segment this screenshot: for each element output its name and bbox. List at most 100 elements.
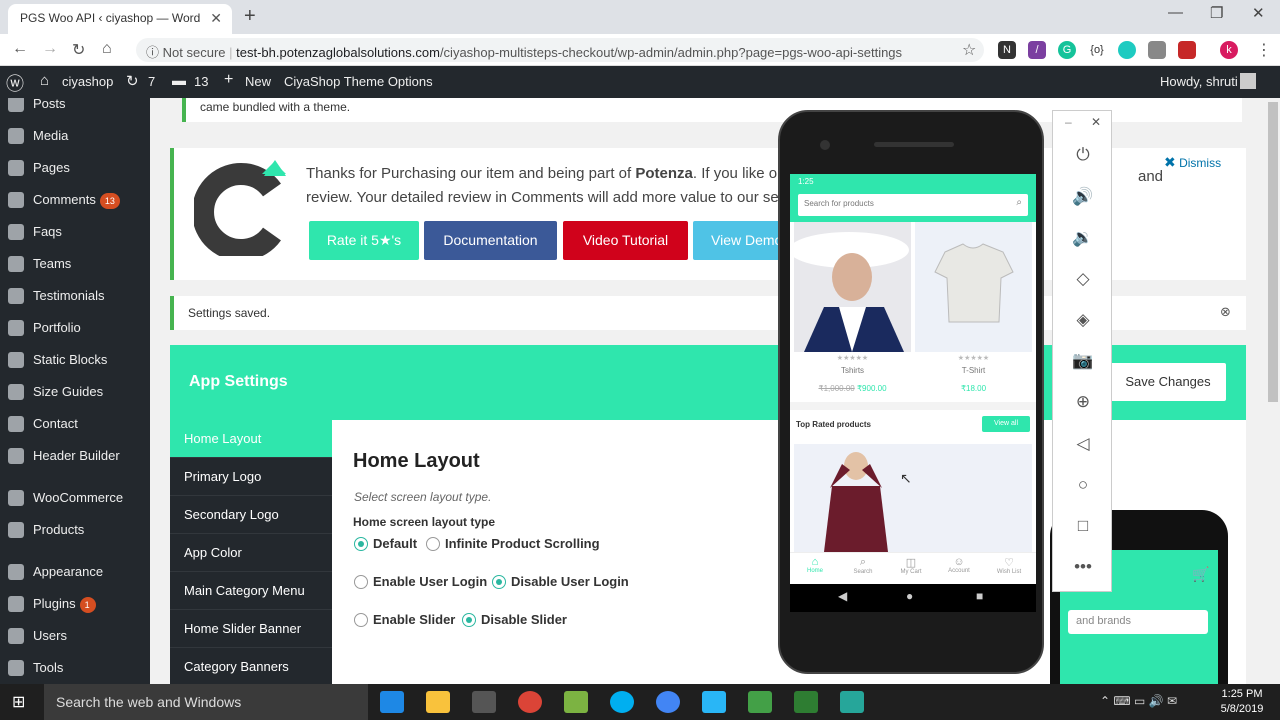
extension-tools-icon[interactable] bbox=[1178, 41, 1196, 59]
save-changes-button[interactable]: Save Changes bbox=[1110, 363, 1226, 401]
radio-default[interactable]: Default bbox=[354, 536, 417, 551]
app-search-input[interactable]: Search for products ⌕ bbox=[798, 194, 1028, 216]
nav-account[interactable]: ☺ Account bbox=[944, 556, 974, 574]
notepad-icon[interactable] bbox=[748, 691, 772, 713]
android-home-icon[interactable]: ● bbox=[906, 589, 913, 603]
taskbar-clock[interactable]: 1:25 PM 5/8/2019 bbox=[1216, 687, 1268, 717]
studio-app-icon[interactable] bbox=[840, 691, 864, 713]
view-all-button[interactable]: View all bbox=[982, 416, 1030, 432]
site-name-link[interactable]: ciyashop bbox=[62, 74, 113, 89]
sidebar-item-tools[interactable]: Tools bbox=[0, 652, 150, 684]
plus-icon[interactable]: + bbox=[224, 71, 233, 89]
reload-icon[interactable]: ↻ bbox=[72, 40, 85, 60]
sidebar-item-posts[interactable]: Posts bbox=[0, 98, 150, 120]
wordpress-logo-icon[interactable]: ⓦ bbox=[6, 70, 24, 96]
volume-up-icon[interactable]: 🔊 bbox=[1071, 185, 1095, 209]
extension-circle-icon[interactable] bbox=[1118, 41, 1136, 59]
menu-item-home-slider-banner[interactable]: Home Slider Banner bbox=[170, 610, 332, 648]
sidebar-item-pages[interactable]: Pages bbox=[0, 152, 150, 184]
extension-screen-icon[interactable] bbox=[1148, 41, 1166, 59]
sidebar-item-size-guides[interactable]: Size Guides bbox=[0, 376, 150, 408]
windows-start-icon[interactable]: ⊞ bbox=[12, 692, 25, 712]
scrollbar-thumb[interactable] bbox=[1268, 102, 1278, 402]
sidebar-item-contact[interactable]: Contact bbox=[0, 408, 150, 440]
new-tab-icon[interactable]: + bbox=[244, 5, 256, 28]
comments-icon[interactable]: ▬ bbox=[172, 72, 186, 88]
nav-home[interactable]: ⌂ Home bbox=[800, 556, 830, 574]
sidebar-item-media[interactable]: Media bbox=[0, 120, 150, 152]
grammarly-icon[interactable]: G bbox=[1058, 41, 1076, 59]
android-studio-icon[interactable] bbox=[564, 691, 588, 713]
updates-icon[interactable]: ↻ bbox=[126, 72, 139, 90]
product-image-tshirts[interactable] bbox=[790, 222, 911, 352]
minimize-icon[interactable]: — bbox=[1168, 4, 1183, 21]
rotate-left-icon[interactable]: ◇ bbox=[1071, 267, 1095, 291]
back-icon[interactable]: ← bbox=[12, 40, 28, 58]
close-tab-icon[interactable]: ✕ bbox=[210, 10, 222, 27]
camera-icon[interactable]: 📷 bbox=[1071, 349, 1095, 373]
page-scrollbar[interactable] bbox=[1266, 98, 1280, 684]
sidebar-item-comments[interactable]: Comments 13 bbox=[0, 184, 150, 216]
back-triangle-icon[interactable]: ◁ bbox=[1071, 432, 1095, 456]
skype-icon[interactable] bbox=[610, 691, 634, 713]
sidebar-item-plugins[interactable]: Plugins 1 bbox=[0, 588, 150, 620]
sidebar-item-testimonials[interactable]: Testimonials bbox=[0, 280, 150, 312]
chrome-alt-icon[interactable] bbox=[656, 691, 680, 713]
home-icon[interactable]: ⌂ bbox=[102, 40, 112, 58]
comments-count[interactable]: 13 bbox=[194, 74, 208, 89]
chrome-icon[interactable] bbox=[518, 691, 542, 713]
radio-enable-slider[interactable]: Enable Slider bbox=[354, 612, 455, 627]
extension-code-icon[interactable]: {o} bbox=[1088, 41, 1106, 59]
menu-item-main-category-menu[interactable]: Main Category Menu bbox=[170, 572, 332, 610]
window-close-icon[interactable]: ✕ bbox=[1252, 4, 1265, 22]
sidebar-item-portfolio[interactable]: Portfolio bbox=[0, 312, 150, 344]
video-tutorial-button[interactable]: Video Tutorial bbox=[563, 221, 688, 260]
menu-item-primary-logo[interactable]: Primary Logo bbox=[170, 458, 332, 496]
volume-down-icon[interactable]: 🔉 bbox=[1071, 226, 1095, 250]
extension-pen-icon[interactable]: / bbox=[1028, 41, 1046, 59]
android-recents-icon[interactable]: ■ bbox=[976, 589, 983, 603]
emulator-close-icon[interactable]: ✕ bbox=[1091, 115, 1101, 129]
rate-button[interactable]: Rate it 5★'s bbox=[309, 221, 419, 260]
maximize-icon[interactable]: ❐ bbox=[1210, 4, 1223, 22]
radio-disable-user-login[interactable]: Disable User Login bbox=[492, 574, 629, 589]
app-icon[interactable] bbox=[702, 691, 726, 713]
menu-item-home-layout[interactable]: Home Layout bbox=[170, 420, 332, 458]
new-content-link[interactable]: New bbox=[245, 74, 271, 89]
chrome-menu-icon[interactable]: ⋮ bbox=[1256, 40, 1272, 60]
nav-search[interactable]: ⌕ Search bbox=[848, 556, 878, 575]
menu-item-secondary-logo[interactable]: Secondary Logo bbox=[170, 496, 332, 534]
bookmark-star-icon[interactable]: ☆ bbox=[962, 40, 976, 60]
browser-tab[interactable]: PGS Woo API ‹ ciyashop — Word ✕ bbox=[8, 4, 232, 34]
nav-cart[interactable]: ◫ My Cart bbox=[896, 556, 926, 575]
sidebar-item-appearance[interactable]: Appearance bbox=[0, 556, 150, 588]
emulator-app-icon[interactable] bbox=[794, 691, 818, 713]
sidebar-item-static-blocks[interactable]: Static Blocks bbox=[0, 344, 150, 376]
profile-avatar[interactable]: k bbox=[1220, 41, 1238, 59]
sidebar-item-teams[interactable]: Teams bbox=[0, 248, 150, 280]
emulator-screen[interactable]: 1:25 Search for products ⌕ ★★★★★ Tshirts… bbox=[790, 174, 1036, 584]
android-back-icon[interactable]: ◀ bbox=[838, 589, 847, 603]
radio-infinite-scrolling[interactable]: Infinite Product Scrolling bbox=[426, 536, 600, 551]
site-home-icon[interactable]: ⌂ bbox=[40, 72, 49, 89]
zoom-icon[interactable]: ⊕ bbox=[1071, 390, 1095, 414]
top-rated-product-image[interactable] bbox=[794, 444, 1032, 552]
more-icon[interactable]: ••• bbox=[1071, 555, 1095, 579]
power-icon[interactable]: ⏻ bbox=[1071, 143, 1095, 167]
menu-item-category-banners[interactable]: Category Banners bbox=[170, 648, 332, 684]
theme-options-link[interactable]: CiyaShop Theme Options bbox=[284, 74, 433, 89]
forward-icon[interactable]: → bbox=[42, 40, 58, 58]
overview-square-icon[interactable]: □ bbox=[1071, 514, 1095, 538]
howdy-user-link[interactable]: Howdy, shruti bbox=[1160, 74, 1238, 89]
emulator-minimize-icon[interactable]: – bbox=[1065, 115, 1072, 129]
dismiss-link[interactable]: ✖ Dismiss bbox=[1164, 154, 1221, 171]
view-demo-button[interactable]: View Demo bbox=[693, 221, 783, 260]
updates-count[interactable]: 7 bbox=[148, 74, 155, 89]
sidebar-item-faqs[interactable]: Faqs bbox=[0, 216, 150, 248]
info-icon[interactable]: ⓘ bbox=[146, 45, 159, 60]
radio-enable-user-login[interactable]: Enable User Login bbox=[354, 574, 487, 589]
taskbar-search[interactable]: Search the web and Windows bbox=[44, 684, 368, 720]
rotate-right-icon[interactable]: ◈ bbox=[1071, 308, 1095, 332]
tray-icons[interactable]: ⌃ ⌨ ▭ 🔊 ✉ bbox=[1100, 694, 1177, 708]
radio-disable-slider[interactable]: Disable Slider bbox=[462, 612, 567, 627]
